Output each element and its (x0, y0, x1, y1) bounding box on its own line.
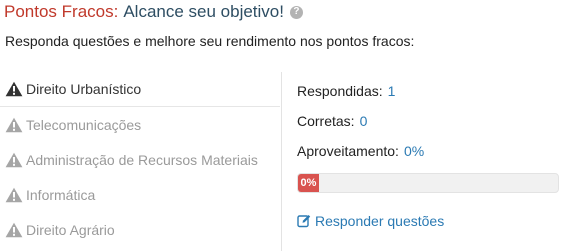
stat-performance-label: Aproveitamento: (297, 143, 399, 159)
stat-correct: Corretas: 0 (297, 106, 424, 136)
stat-answered-label: Respondidas: (297, 83, 383, 99)
stat-correct-label: Corretas: (297, 113, 355, 129)
topic-item-informatica[interactable]: Informática (0, 177, 280, 212)
topic-label: Telecomunicações (26, 116, 142, 133)
question-circle-icon[interactable]: ? (289, 5, 303, 19)
topic-label: Administração de Recursos Materiais (26, 151, 258, 168)
edit-icon (297, 215, 311, 228)
stat-correct-value: 0 (359, 113, 368, 129)
stat-answered-value: 1 (387, 83, 396, 99)
topic-stats: Respondidas: 1 Corretas: 0 Aproveitament… (297, 76, 424, 166)
weak-topics-list: Direito Urbanístico Telecomunicações Adm… (0, 72, 280, 247)
warning-icon (5, 152, 23, 167)
warning-icon (5, 187, 23, 202)
warning-icon (5, 222, 23, 237)
performance-progress: 0% (297, 173, 559, 193)
page-title-tagline: Alcance seu objetivo! (123, 2, 284, 21)
warning-icon (5, 117, 23, 132)
topic-item-direito-agrario[interactable]: Direito Agrário (0, 212, 280, 247)
panel-divider (281, 72, 282, 251)
stat-performance-value: 0% (403, 143, 425, 159)
page-title: Pontos Fracos: (4, 2, 119, 21)
page-header: Pontos Fracos: Alcance seu objetivo! ? (4, 1, 303, 23)
answer-questions-label: Responder questões (315, 213, 445, 229)
topic-label: Direito Agrário (26, 221, 115, 238)
answer-questions-link[interactable]: Responder questões (297, 213, 444, 229)
stat-answered: Respondidas: 1 (297, 76, 424, 106)
performance-progress-bar: 0% (298, 174, 319, 192)
page-subtitle: Responda questões e melhore seu rendimen… (5, 33, 415, 49)
topic-item-telecomunicacoes[interactable]: Telecomunicações (0, 107, 280, 142)
topic-label: Informática (26, 186, 96, 203)
topic-label: Direito Urbanístico (26, 81, 142, 97)
topic-item-administracao-recursos-materiais[interactable]: Administração de Recursos Materiais (0, 142, 280, 177)
stat-performance: Aproveitamento: 0% (297, 136, 424, 166)
warning-icon (5, 81, 23, 97)
topic-item-direito-urbanistico[interactable]: Direito Urbanístico (0, 72, 280, 107)
